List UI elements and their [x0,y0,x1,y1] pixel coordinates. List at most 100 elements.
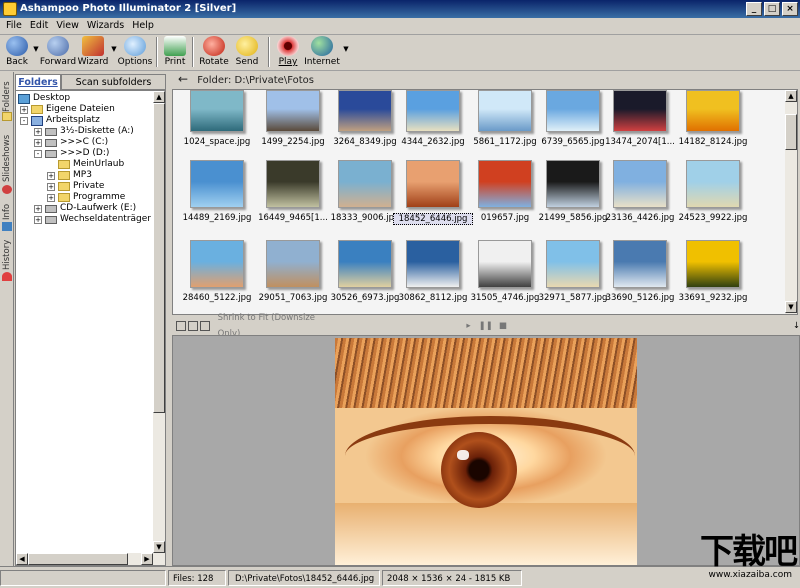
back-dropdown-arrow-icon[interactable]: ▼ [32,45,40,53]
rotate-button[interactable]: Rotate [198,35,230,69]
tab-folders[interactable]: Folders [15,74,61,90]
close-button[interactable]: × [782,2,798,16]
internet-button[interactable]: Internet [302,35,342,69]
print-button[interactable]: Print [162,35,188,69]
wizard-button[interactable]: Wizard [76,35,110,69]
scroll-left-icon[interactable]: ◀ [16,553,28,565]
minimize-button[interactable]: _ [746,2,762,16]
tree-expander[interactable]: + [34,138,42,147]
scroll-up-icon[interactable]: ▲ [153,91,165,103]
thumbnail-item[interactable]: 23136_4426.jpg [600,160,680,223]
folder-path: Folder: D:\Private\Fotos [197,75,314,86]
fullscreen-icon[interactable] [187,321,198,331]
thumbnail-item[interactable]: 1499_2254.jpg [253,90,333,147]
side-tab-slideshows[interactable]: Slideshows [0,128,14,194]
tree-item-private[interactable]: + Private [47,181,104,192]
tab-scan-subfolders[interactable]: Scan subfolders [61,74,166,90]
preview-image[interactable] [335,338,637,565]
menu-help[interactable]: Help [128,18,158,34]
thumbnail-item[interactable]: 16449_9465[1... [253,160,333,223]
tree-expander[interactable]: - [20,116,28,125]
tree-item-removable-drive[interactable]: + Wechseldatenträger (F:) [34,214,165,225]
stop-icon[interactable]: ■ [499,318,507,334]
thumbnail-item[interactable]: 4344_2632.jpg [393,90,473,147]
wizard-dropdown-arrow-icon[interactable]: ▼ [110,45,118,53]
folder-icon [31,105,43,114]
tree-item-desktop[interactable]: Desktop [18,93,70,104]
tree-item-drive-d[interactable]: - >>>D (D:) [34,148,109,159]
scroll-down-icon[interactable]: ▼ [153,541,165,553]
scrollbar-thumb[interactable] [785,114,797,150]
thumbnail-caption: 1024_space.jpg [183,137,251,147]
side-tab-info[interactable]: Info [0,196,14,231]
info-icon [2,222,12,231]
pause-icon[interactable]: ❚❚ [479,318,493,334]
thumbnail-item[interactable]: 14182_8124.jpg [673,90,753,147]
send-button[interactable]: Send [230,35,264,69]
tree-item-floppy[interactable]: + 3½-Diskette (A:) [34,126,134,137]
tree-item-cd-drive[interactable]: + CD-Laufwerk (E:) [34,203,136,214]
thumbnail-image [190,240,244,288]
tree-expander[interactable]: + [34,204,42,213]
thumbnail-caption: 28460_5122.jpg [182,293,252,303]
back-button[interactable]: Back [2,35,32,69]
tree-item-meinurlaub[interactable]: MeinUrlaub [58,159,124,170]
tree-hscrollbar[interactable]: ◀ ▶ [16,553,153,565]
thumbnail-item[interactable]: 1024_space.jpg [177,90,257,147]
thumbnail-image [546,90,600,132]
hscrollbar-thumb[interactable] [28,553,128,565]
tree-item-eigene-dateien[interactable]: + Eigene Dateien [20,104,115,115]
side-tab-history[interactable]: History [0,234,14,281]
zoom-dropdown-icon[interactable] [199,321,210,331]
folder-icon [58,171,70,180]
folder-icon [2,112,12,121]
tree-expander[interactable]: + [47,182,55,191]
thumbnail-item[interactable]: 14489_2169.jpg [177,160,257,223]
thumbnail-item[interactable]: 28460_5122.jpg [177,240,257,303]
tree-expander[interactable]: + [34,215,42,224]
side-tab-folders[interactable]: Folders [0,72,14,121]
thumbnail-item[interactable]: 30862_8112.jpg [393,240,473,303]
internet-dropdown-arrow-icon[interactable]: ▼ [342,45,350,53]
collapse-arrow-icon[interactable]: ↓ [793,318,800,334]
thumbnail-item[interactable]: 13474_2074[1... [600,90,680,147]
tree-expander[interactable]: + [34,127,42,136]
tree-item-arbeitsplatz[interactable]: - Arbeitsplatz [20,115,100,126]
viewer-toolbar: Shrink to Fit (Downsize Only) ▸ ❚❚ ■ ↓ [172,313,800,339]
play-small-icon[interactable]: ▸ [466,318,470,334]
thumbnail-caption: 18452_6446.jpg [393,213,473,225]
thumbnail-item[interactable]: 29051_7063.jpg [253,240,333,303]
forward-button[interactable]: Forward [40,35,76,69]
wizard-hat-icon [82,36,104,56]
tree-item-mp3[interactable]: + MP3 [47,170,92,181]
tree-expander[interactable]: - [34,149,42,158]
tree-expander[interactable]: + [47,193,55,202]
rotate-icon [203,36,225,56]
fit-icon[interactable] [176,321,186,331]
thumbnail-item[interactable]: 24523_9922.jpg [673,160,753,223]
tree-expander[interactable]: + [47,171,55,180]
options-button[interactable]: Options [118,35,152,69]
maximize-button[interactable]: □ [764,2,780,16]
scroll-down-icon[interactable]: ▼ [785,301,797,313]
tree-expander[interactable]: + [20,105,28,114]
scroll-up-icon[interactable]: ▲ [785,90,797,102]
menu-view[interactable]: View [52,18,83,34]
printer-icon [164,36,186,56]
path-back-arrow-icon[interactable]: ← [178,72,188,86]
thumbnail-scrollbar[interactable]: ▲ ▼ [785,90,797,314]
watermark-text: 下载吧 [700,532,798,572]
tree-item-programme[interactable]: + Programme [47,192,125,203]
folder-icon [58,193,70,202]
thumbnail-item[interactable]: 33690_5126.jpg [600,240,680,303]
play-button[interactable]: Play [274,35,302,69]
menu-file[interactable]: File [2,18,26,34]
tree-scrollbar[interactable]: ▲ ▼ [153,91,165,565]
thumbnail-item[interactable]: 18452_6446.jpg [393,160,473,225]
scrollbar-thumb[interactable] [153,103,165,413]
menu-edit[interactable]: Edit [26,18,52,34]
menu-wizards[interactable]: Wizards [83,18,128,34]
tree-item-drive-c[interactable]: + >>>C (C:) [34,137,108,148]
thumbnail-item[interactable]: 33691_9232.jpg [673,240,753,303]
scroll-right-icon[interactable]: ▶ [141,553,153,565]
